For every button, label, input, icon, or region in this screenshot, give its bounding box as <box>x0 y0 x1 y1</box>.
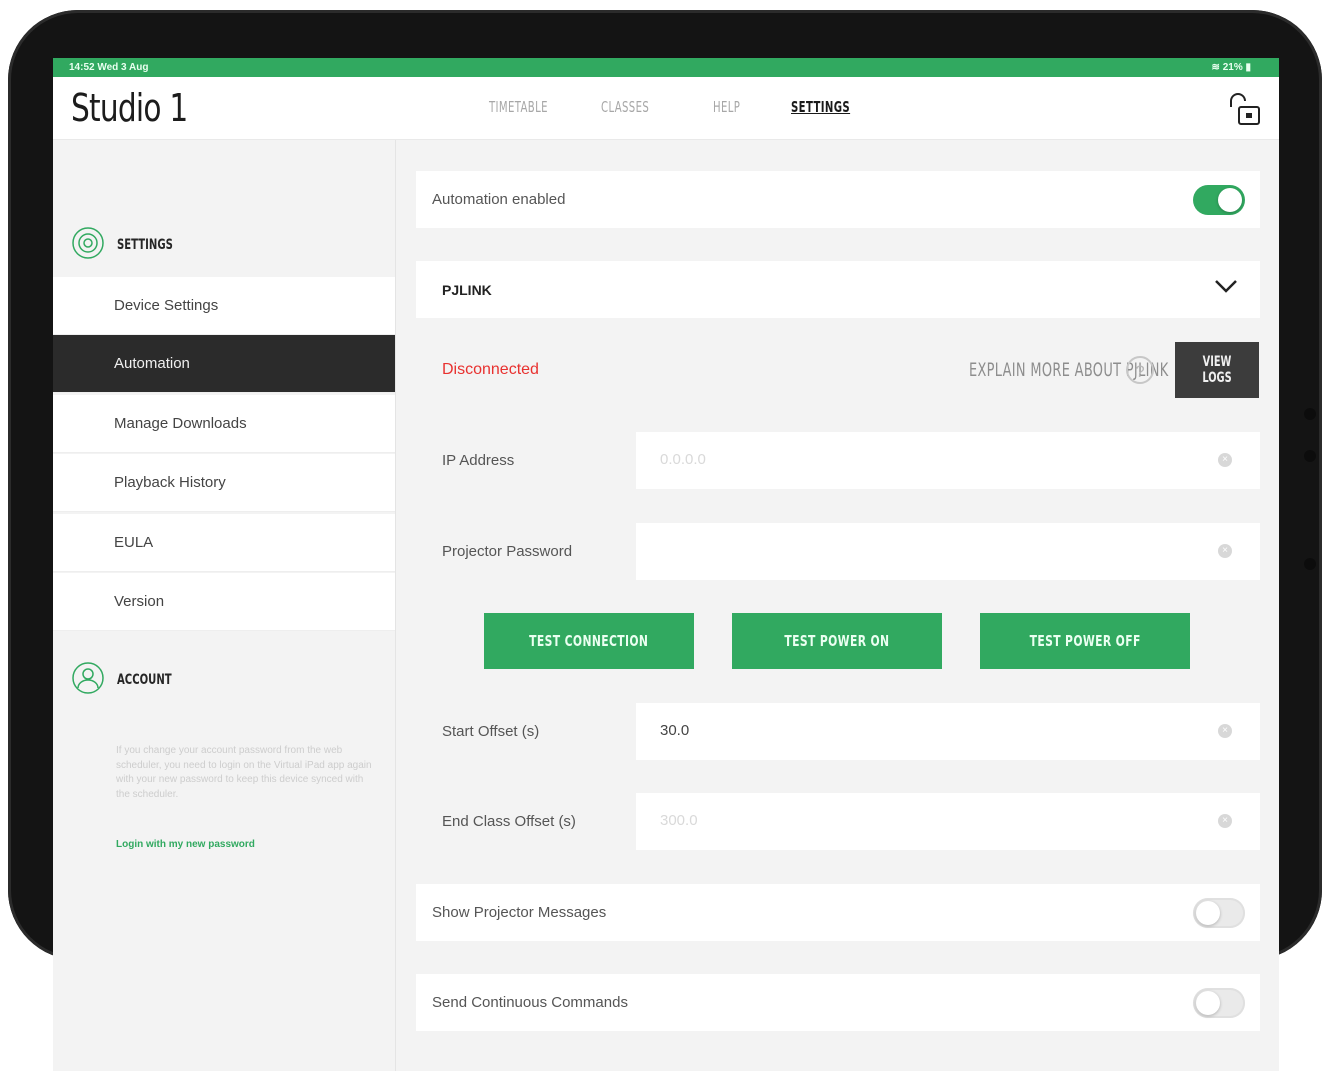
start-offset-label: Start Offset (s) <box>442 723 540 740</box>
test-power-on-label: TEST POWER ON <box>784 632 890 650</box>
show-messages-toggle[interactable] <box>1193 898 1245 928</box>
connection-status: Disconnected <box>442 361 539 378</box>
sidebar-item-label: Manage Downloads <box>114 415 247 432</box>
automation-label: Automation enabled <box>432 191 566 208</box>
settings-sidebar: SETTINGS Device Settings Automation Mana… <box>53 140 396 1071</box>
ip-address-placeholder: 0.0.0.0 <box>660 451 706 468</box>
sidebar-item-label: Version <box>114 593 165 610</box>
user-icon <box>71 661 105 700</box>
show-messages-row: Show Projector Messages <box>416 884 1260 941</box>
account-header: ACCOUNT <box>71 660 193 700</box>
clear-icon[interactable]: × <box>1218 544 1232 558</box>
sidebar-item-manage-downloads[interactable]: Manage Downloads <box>53 395 395 453</box>
toggle-knob <box>1196 901 1220 925</box>
end-offset-field[interactable]: 300.0 × <box>636 793 1260 850</box>
clear-icon[interactable]: × <box>1218 724 1232 738</box>
battery-text: 21% <box>1222 62 1243 73</box>
continuous-commands-row: Send Continuous Commands <box>416 974 1260 1031</box>
start-offset-value: 30.0 <box>660 722 690 739</box>
view-logs-label: VIEW LOGS <box>1202 354 1232 386</box>
sidebar-item-version[interactable]: Version <box>53 573 395 631</box>
continuous-commands-toggle[interactable] <box>1193 988 1245 1018</box>
projector-password-field[interactable]: × <box>636 523 1260 580</box>
toggle-knob <box>1218 188 1242 212</box>
start-offset-field[interactable]: 30.0 × <box>636 703 1260 760</box>
toggle-knob <box>1196 991 1220 1015</box>
automation-row: Automation enabled <box>416 171 1260 228</box>
test-power-on-button[interactable]: TEST POWER ON <box>732 613 942 669</box>
status-time: 14:52 Wed 3 Aug <box>69 62 149 73</box>
projector-password-label: Projector Password <box>442 543 573 560</box>
sidebar-item-device-settings[interactable]: Device Settings <box>53 277 395 335</box>
settings-header-label: SETTINGS <box>117 237 173 253</box>
chevron-down-icon <box>1214 278 1238 299</box>
help-icon[interactable]: ? <box>1126 356 1154 384</box>
account-note: If you change your account password from… <box>116 745 372 800</box>
clear-icon[interactable]: × <box>1218 814 1232 828</box>
sidebar-item-label: Playback History <box>114 474 226 491</box>
login-new-password-link[interactable]: Login with my new password <box>116 839 255 850</box>
sidebar-item-label: Automation <box>114 355 190 372</box>
end-offset-label: End Class Offset (s) <box>442 813 576 830</box>
main-panel: Automation enabled PJLINK Disconnected E… <box>396 140 1279 1071</box>
ip-address-label: IP Address <box>442 452 515 469</box>
test-power-off-button[interactable]: TEST POWER OFF <box>980 613 1190 669</box>
tab-classes[interactable]: CLASSES <box>601 98 655 116</box>
ip-address-field[interactable]: 0.0.0.0 × <box>636 432 1260 489</box>
test-power-off-label: TEST POWER OFF <box>1029 632 1141 650</box>
account-header-label: ACCOUNT <box>117 672 172 688</box>
end-offset-placeholder: 300.0 <box>660 812 698 829</box>
side-button <box>1304 558 1316 570</box>
side-button <box>1304 408 1316 420</box>
view-logs-button[interactable]: VIEW LOGS <box>1175 342 1259 398</box>
settings-header: SETTINGS <box>71 225 195 265</box>
test-connection-button[interactable]: TEST CONNECTION <box>484 613 694 669</box>
unlock-icon[interactable] <box>1225 91 1263 127</box>
status-bar: 14:52 Wed 3 Aug ≋ 21% ▮ <box>53 58 1279 77</box>
sidebar-item-playback-history[interactable]: Playback History <box>53 454 395 512</box>
top-bar: Studio 1 TIMETABLE CLASSES HELP SETTINGS <box>53 77 1279 140</box>
sidebar-item-automation[interactable]: Automation <box>53 335 395 393</box>
wifi-icon: ≋ <box>1211 62 1223 73</box>
tab-timetable[interactable]: TIMETABLE <box>489 98 548 116</box>
continuous-commands-label: Send Continuous Commands <box>432 994 628 1011</box>
sidebar-item-label: Device Settings <box>114 297 219 314</box>
battery-icon: ▮ <box>1242 62 1251 73</box>
section-title: PJLINK <box>442 282 492 298</box>
clear-icon[interactable]: × <box>1218 453 1232 467</box>
pjlink-section-header[interactable]: PJLINK <box>416 261 1260 318</box>
page-title: Studio 1 <box>71 86 188 130</box>
app-screen: 14:52 Wed 3 Aug ≋ 21% ▮ Studio 1 TIMETAB… <box>53 58 1279 1071</box>
sidebar-item-label: EULA <box>114 534 154 551</box>
test-connection-label: TEST CONNECTION <box>529 632 649 650</box>
automation-toggle[interactable] <box>1193 185 1245 215</box>
gear-icon <box>71 226 105 265</box>
sidebar-item-eula[interactable]: EULA <box>53 514 395 572</box>
tab-settings[interactable]: SETTINGS <box>791 98 850 116</box>
status-battery: ≋ 21% ▮ <box>1212 62 1251 73</box>
main-nav: TIMETABLE CLASSES HELP SETTINGS <box>489 98 903 116</box>
tab-help[interactable]: HELP <box>713 98 742 116</box>
side-button <box>1304 450 1316 462</box>
show-messages-label: Show Projector Messages <box>432 904 607 921</box>
